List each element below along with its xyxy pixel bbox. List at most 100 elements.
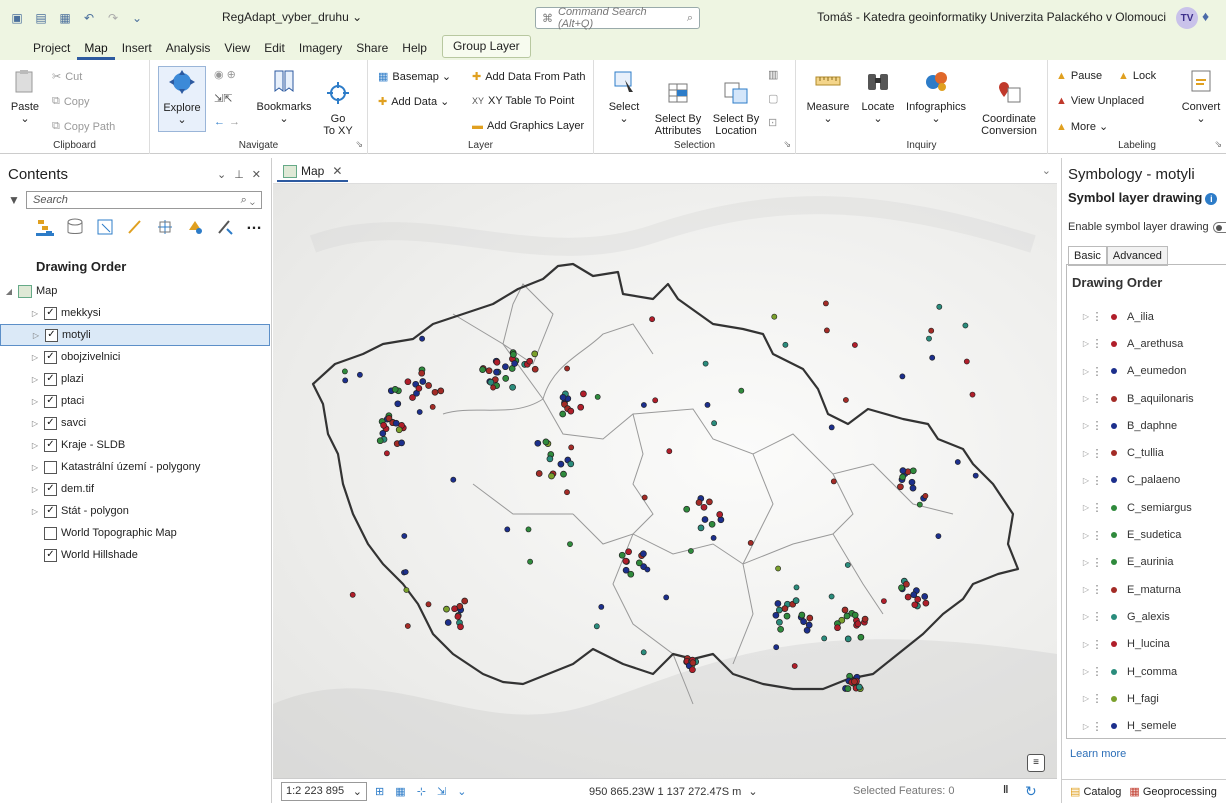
symbol-swatch[interactable]: [1111, 313, 1117, 320]
close-icon[interactable]: ✕: [252, 168, 261, 181]
data-source-icon[interactable]: [66, 218, 84, 236]
bookmarks-button[interactable]: Bookmarks ⌄: [256, 68, 312, 125]
drag-handle-icon[interactable]: ⋮: [1089, 529, 1105, 542]
drag-handle-icon[interactable]: ⋮: [1089, 638, 1105, 651]
expand-icon[interactable]: ▷: [31, 331, 41, 340]
new-project-icon[interactable]: ▣: [8, 9, 26, 27]
expand-icon[interactable]: ▷: [1067, 558, 1089, 567]
layer-visibility-checkbox[interactable]: ✓: [44, 306, 57, 320]
learn-more-link[interactable]: Learn more: [1070, 748, 1126, 760]
scale-selector[interactable]: 1:2 223 895 ⌄: [281, 781, 367, 801]
open-project-icon[interactable]: ▤: [32, 9, 50, 27]
symbol-class-item[interactable]: ▷ ⋮ H_semele: [1067, 712, 1226, 738]
infographics-button[interactable]: Infographics ⌄: [904, 68, 968, 125]
drag-handle-icon[interactable]: ⋮: [1089, 720, 1105, 733]
clear-selection-icon[interactable]: ▢: [768, 92, 778, 105]
drag-handle-icon[interactable]: ⋮: [1089, 447, 1105, 460]
notification-icon[interactable]: ♦: [1202, 8, 1220, 26]
layer-item[interactable]: ▷ ✓ mekkysi: [0, 302, 270, 324]
symbol-swatch[interactable]: [1111, 422, 1117, 429]
basemap-button[interactable]: ▦ Basemap ⌄: [378, 70, 451, 83]
expand-icon[interactable]: ▷: [1067, 585, 1089, 594]
layer-visibility-checkbox[interactable]: ✓: [44, 372, 57, 386]
contents-search-input[interactable]: Search ⌕ ⌄: [26, 191, 262, 209]
pin-icon[interactable]: ⊥: [234, 168, 244, 181]
convert-button[interactable]: Convert ⌄: [1180, 68, 1222, 125]
pane-options-icon[interactable]: ⌄: [217, 168, 226, 181]
layer-visibility-checkbox[interactable]: ✓: [44, 482, 57, 496]
layer-item[interactable]: ▷ ✓ Kraje - SLDB: [0, 434, 270, 456]
tab-imagery[interactable]: Imagery: [292, 41, 349, 60]
pause-labels-button[interactable]: ▲ Pause: [1056, 70, 1102, 82]
symbol-swatch[interactable]: [1111, 477, 1117, 484]
paste-button[interactable]: Paste ⌄: [8, 68, 42, 125]
select-by-attributes-button[interactable]: Select By Attributes: [650, 68, 706, 137]
view-unplaced-button[interactable]: ▲ View Unplaced: [1056, 95, 1144, 107]
drag-handle-icon[interactable]: ⋮: [1089, 583, 1105, 596]
dialog-launcher-icon[interactable]: ⇘: [1214, 139, 1222, 150]
redo-icon[interactable]: ↷: [104, 9, 122, 27]
locate-button[interactable]: Locate ⌄: [858, 68, 898, 125]
layer-visibility-checkbox[interactable]: ✓: [44, 438, 57, 452]
xy-table-to-point-button[interactable]: XY XY Table To Point: [472, 95, 574, 107]
expand-icon[interactable]: ▷: [30, 309, 40, 318]
user-name[interactable]: Tomáš - Katedra geoinformatiky Univerzit…: [817, 10, 1166, 24]
expand-icon[interactable]: ▷: [1067, 503, 1089, 512]
expand-icon[interactable]: ▷: [30, 463, 40, 472]
symbol-class-item[interactable]: ▷ ⋮ H_comma: [1067, 658, 1226, 685]
symbol-swatch[interactable]: [1111, 559, 1117, 566]
drag-handle-icon[interactable]: ⋮: [1089, 501, 1105, 514]
geoprocessing-tab[interactable]: ▦ Geoprocessing: [1129, 785, 1216, 798]
symbol-class-item[interactable]: ▷ ⋮ B_daphne: [1067, 412, 1226, 439]
layer-item[interactable]: ▷ ✓ Stát - polygon: [0, 500, 270, 522]
layer-item[interactable]: ▷ ✓ obojzivelnici: [0, 346, 270, 368]
symbol-swatch[interactable]: [1111, 395, 1117, 402]
symbol-swatch[interactable]: [1111, 340, 1117, 347]
previous-extent-icon[interactable]: ← →: [214, 116, 240, 128]
measure-button[interactable]: Measure ⌄: [804, 68, 852, 125]
expand-icon[interactable]: ▷: [1067, 476, 1089, 485]
drag-handle-icon[interactable]: ⋮: [1089, 474, 1105, 487]
symbol-swatch[interactable]: [1111, 504, 1117, 511]
add-graphics-layer-button[interactable]: ▬ Add Graphics Layer: [472, 120, 584, 132]
lock-labels-button[interactable]: ▲ Lock: [1118, 70, 1156, 82]
cut-button[interactable]: ✂ Cut: [52, 70, 82, 84]
drag-handle-icon[interactable]: ⋮: [1089, 392, 1105, 405]
drag-handle-icon[interactable]: ⋮: [1089, 419, 1105, 432]
catalog-tab[interactable]: ▤ Catalog: [1070, 785, 1121, 798]
expand-icon[interactable]: ▷: [1067, 312, 1089, 321]
select-button[interactable]: Select ⌄: [602, 68, 646, 125]
tab-edit[interactable]: Edit: [257, 41, 292, 60]
expand-icon[interactable]: ▷: [30, 397, 40, 406]
expand-icon[interactable]: ▷: [1067, 694, 1089, 703]
tab-map[interactable]: Map: [77, 41, 115, 60]
expand-icon[interactable]: ▷: [1067, 531, 1089, 540]
expand-icon[interactable]: ▷: [30, 419, 40, 428]
more-options-icon[interactable]: …: [246, 217, 264, 236]
map-node[interactable]: ◢ Map: [0, 280, 270, 302]
info-icon[interactable]: i: [1205, 193, 1218, 205]
layer-visibility-checkbox[interactable]: [44, 526, 57, 540]
editing-view-icon[interactable]: [126, 218, 144, 236]
layer-visibility-checkbox[interactable]: [44, 460, 57, 474]
map-drawing[interactable]: [273, 184, 1057, 778]
dialog-launcher-icon[interactable]: ⇘: [355, 139, 363, 150]
go-to-xy-button[interactable]: Go To XY: [316, 68, 360, 137]
layer-visibility-checkbox[interactable]: ✓: [45, 328, 58, 342]
expand-icon[interactable]: ▷: [1067, 339, 1089, 348]
copy-button[interactable]: ⧉ Copy: [52, 95, 90, 108]
save-project-icon[interactable]: ▦: [56, 9, 74, 27]
symbol-swatch[interactable]: [1111, 613, 1117, 620]
tab-project[interactable]: Project: [26, 41, 77, 60]
tab-help[interactable]: Help: [395, 41, 434, 60]
expand-icon[interactable]: ▷: [1067, 367, 1089, 376]
labeling-view-icon[interactable]: [186, 218, 204, 236]
expand-icon[interactable]: ▷: [30, 441, 40, 450]
symbol-swatch[interactable]: [1111, 723, 1117, 730]
expand-icon[interactable]: ▷: [30, 353, 40, 362]
copy-path-button[interactable]: ⧉ Copy Path: [52, 120, 115, 133]
symbol-swatch[interactable]: [1111, 450, 1117, 457]
filter-icon[interactable]: ▼: [8, 193, 20, 207]
symbol-class-item[interactable]: ▷ ⋮ C_semiargus: [1067, 494, 1226, 521]
layer-visibility-checkbox[interactable]: ✓: [44, 350, 57, 364]
